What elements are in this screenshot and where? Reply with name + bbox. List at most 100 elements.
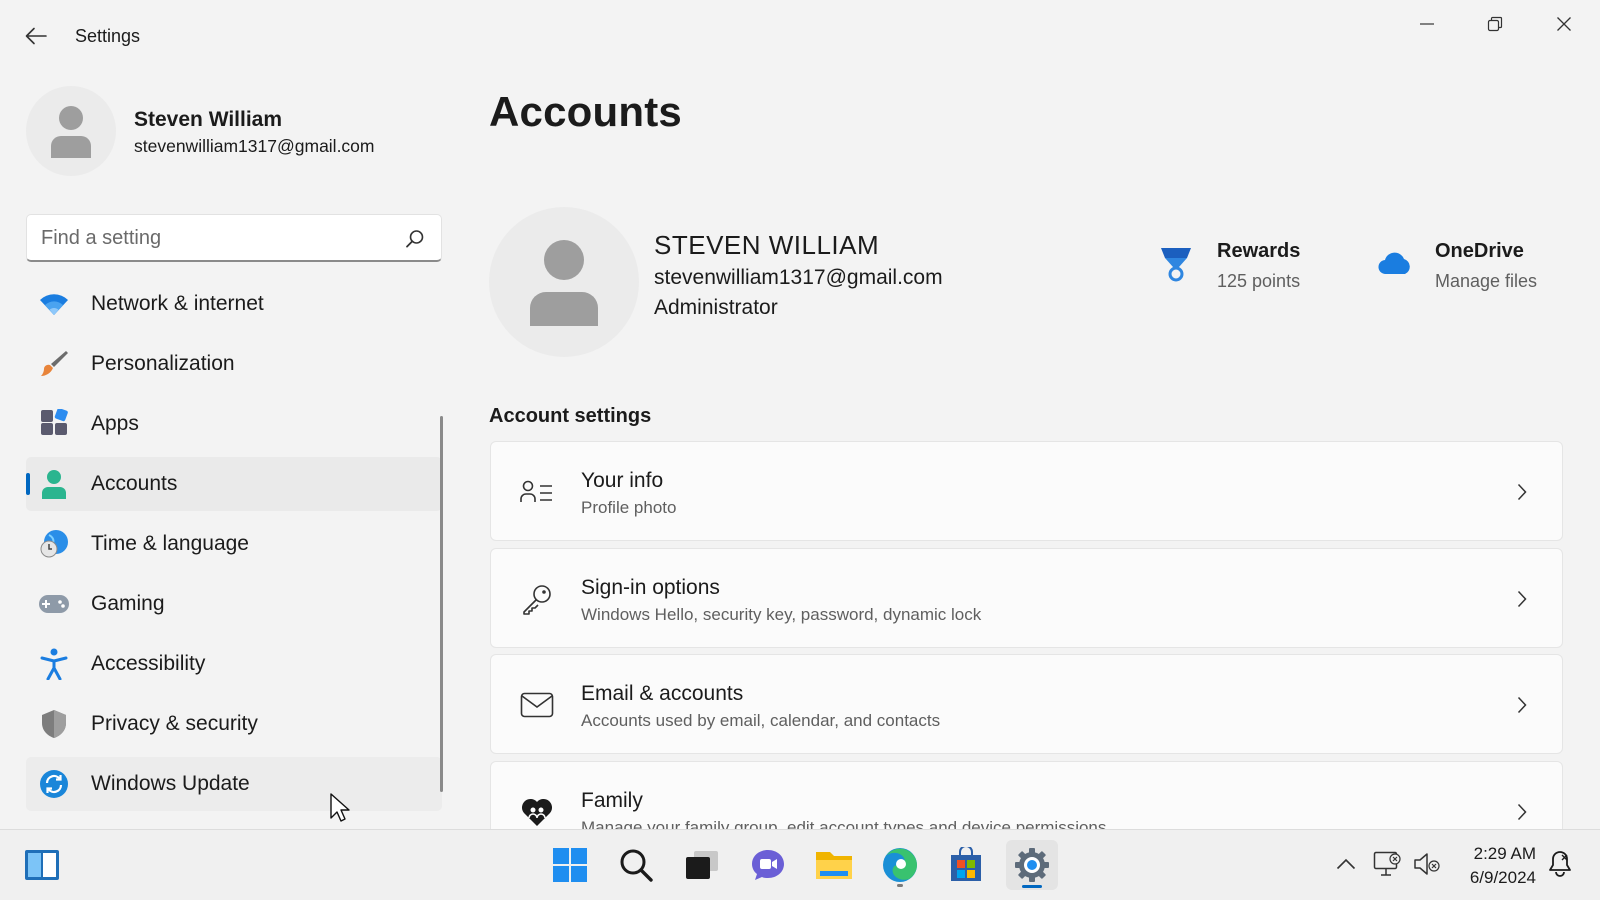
- network-disconnected-icon: [1373, 851, 1401, 876]
- sidebar-item-label: Privacy & security: [91, 712, 258, 735]
- start-icon: [553, 848, 587, 882]
- page-title: Accounts: [489, 88, 682, 135]
- chevron-right-icon: [1512, 587, 1532, 611]
- rewards-medal-icon: [1161, 248, 1191, 282]
- network-status-button[interactable]: [1372, 846, 1402, 882]
- apps-icon: [38, 408, 70, 440]
- sidebar-item-label: Network & internet: [91, 292, 264, 315]
- sidebar-item-network[interactable]: Network & internet: [26, 277, 442, 331]
- onedrive-subtitle: Manage files: [1435, 271, 1538, 291]
- search-box[interactable]: [26, 214, 442, 262]
- chevron-up-icon: [1336, 858, 1356, 870]
- update-icon: [38, 768, 70, 800]
- card-subtitle: Profile photo: [581, 498, 677, 517]
- sidebar-item-gaming[interactable]: Gaming: [26, 577, 442, 631]
- account-name: STEVEN WILLIAM: [654, 230, 880, 260]
- notification-bell-icon: [1549, 851, 1571, 877]
- card-title: Email & accounts: [581, 682, 744, 705]
- sidebar-item-label: Windows Update: [91, 772, 250, 795]
- sidebar-item-accessibility[interactable]: Accessibility: [26, 637, 442, 691]
- sidebar-item-label: Accessibility: [91, 652, 206, 675]
- volume-muted-icon: [1414, 853, 1440, 875]
- sidebar-item-label: Gaming: [91, 592, 165, 615]
- sidebar-item-accounts[interactable]: Accounts: [26, 457, 442, 511]
- your-info-card[interactable]: Your info Profile photo: [490, 441, 1563, 541]
- sidebar-item-privacy-security[interactable]: Privacy & security: [26, 697, 442, 751]
- family-heart-icon: [519, 794, 555, 829]
- minimize-button[interactable]: [1403, 8, 1451, 40]
- profile-name: Steven William: [134, 108, 283, 131]
- file-explorer-icon: [816, 852, 852, 879]
- sidebar-nav: Network & internet Personalization Apps …: [26, 277, 442, 817]
- family-card[interactable]: Family Manage your family group, edit ac…: [490, 761, 1563, 829]
- sidebar-item-label: Apps: [91, 412, 139, 435]
- store-icon: [951, 847, 981, 881]
- card-title: Family: [581, 789, 643, 812]
- settings-taskbar-button[interactable]: [1006, 840, 1058, 890]
- chevron-right-icon: [1512, 480, 1532, 504]
- clock-time: 2:29 AM: [1473, 844, 1536, 863]
- active-indicator: [1022, 885, 1042, 888]
- taskbar-search-button[interactable]: [610, 840, 662, 890]
- restore-button[interactable]: [1471, 8, 1519, 40]
- search-input[interactable]: [41, 225, 381, 251]
- key-icon: [519, 581, 555, 617]
- taskbar-clock[interactable]: 2:29 AM 6/9/2024: [1470, 842, 1536, 890]
- person-list-icon: [519, 474, 555, 510]
- account-role: Administrator: [654, 296, 778, 319]
- sidebar-item-label: Accounts: [91, 472, 178, 495]
- widgets-icon: [25, 850, 59, 880]
- sidebar-item-personalization[interactable]: Personalization: [26, 337, 442, 391]
- search-icon: [620, 849, 653, 882]
- card-subtitle: Windows Hello, security key, password, d…: [581, 605, 982, 624]
- wifi-icon: [38, 288, 70, 320]
- taskbar: 2:29 AM 6/9/2024: [0, 829, 1600, 900]
- card-title: Your info: [581, 469, 664, 492]
- sidebar-item-label: Time & language: [91, 532, 249, 555]
- account-email: stevenwilliam1317@gmail.com: [654, 266, 943, 289]
- notifications-button[interactable]: [1545, 846, 1575, 882]
- edge-button[interactable]: [874, 840, 926, 890]
- sidebar-item-apps[interactable]: Apps: [26, 397, 442, 451]
- accounts-icon: [38, 468, 70, 500]
- email-accounts-card[interactable]: Email & accounts Accounts used by email,…: [490, 654, 1563, 754]
- edge-icon: [883, 848, 917, 882]
- onedrive-cloud-icon: [1378, 252, 1410, 275]
- user-icon: [530, 240, 598, 326]
- mail-icon: [519, 687, 555, 723]
- profile-avatar[interactable]: [26, 86, 116, 176]
- shield-icon: [38, 708, 70, 740]
- running-indicator: [897, 884, 903, 887]
- sidebar-item-label: Personalization: [91, 352, 235, 375]
- title-bar: Settings: [0, 0, 1600, 72]
- sidebar-scrollbar[interactable]: [440, 416, 443, 792]
- back-arrow-icon: [25, 27, 47, 45]
- start-button[interactable]: [544, 840, 596, 890]
- user-icon: [51, 106, 91, 158]
- chevron-right-icon: [1512, 800, 1532, 824]
- chat-button[interactable]: [742, 840, 794, 890]
- card-subtitle: Accounts used by email, calendar, and co…: [581, 711, 941, 730]
- show-hidden-icons-button[interactable]: [1331, 846, 1361, 882]
- close-button[interactable]: [1540, 8, 1588, 40]
- settings-window: Settings Steven William stevenwilliam131…: [0, 0, 1600, 829]
- volume-button[interactable]: [1412, 846, 1442, 882]
- gamepad-icon: [38, 588, 70, 620]
- settings-icon: [1015, 848, 1049, 882]
- back-button[interactable]: [22, 22, 50, 50]
- file-explorer-button[interactable]: [808, 840, 860, 890]
- sign-in-options-card[interactable]: Sign-in options Windows Hello, security …: [490, 548, 1563, 648]
- widgets-button[interactable]: [16, 840, 68, 890]
- rewards-title: Rewards: [1217, 240, 1301, 262]
- restore-icon: [1487, 16, 1503, 32]
- profile-email: stevenwilliam1317@gmail.com: [134, 136, 375, 156]
- account-avatar[interactable]: [489, 207, 639, 357]
- clock-date: 6/9/2024: [1469, 868, 1536, 887]
- account-settings-heading: Account settings: [489, 405, 652, 427]
- task-view-button[interactable]: [676, 840, 728, 890]
- sidebar-item-windows-update[interactable]: Windows Update: [26, 757, 442, 811]
- mouse-cursor-icon: [330, 793, 350, 822]
- search-icon[interactable]: [405, 229, 425, 249]
- store-button[interactable]: [940, 840, 992, 890]
- sidebar-item-time-language[interactable]: Time & language: [26, 517, 442, 571]
